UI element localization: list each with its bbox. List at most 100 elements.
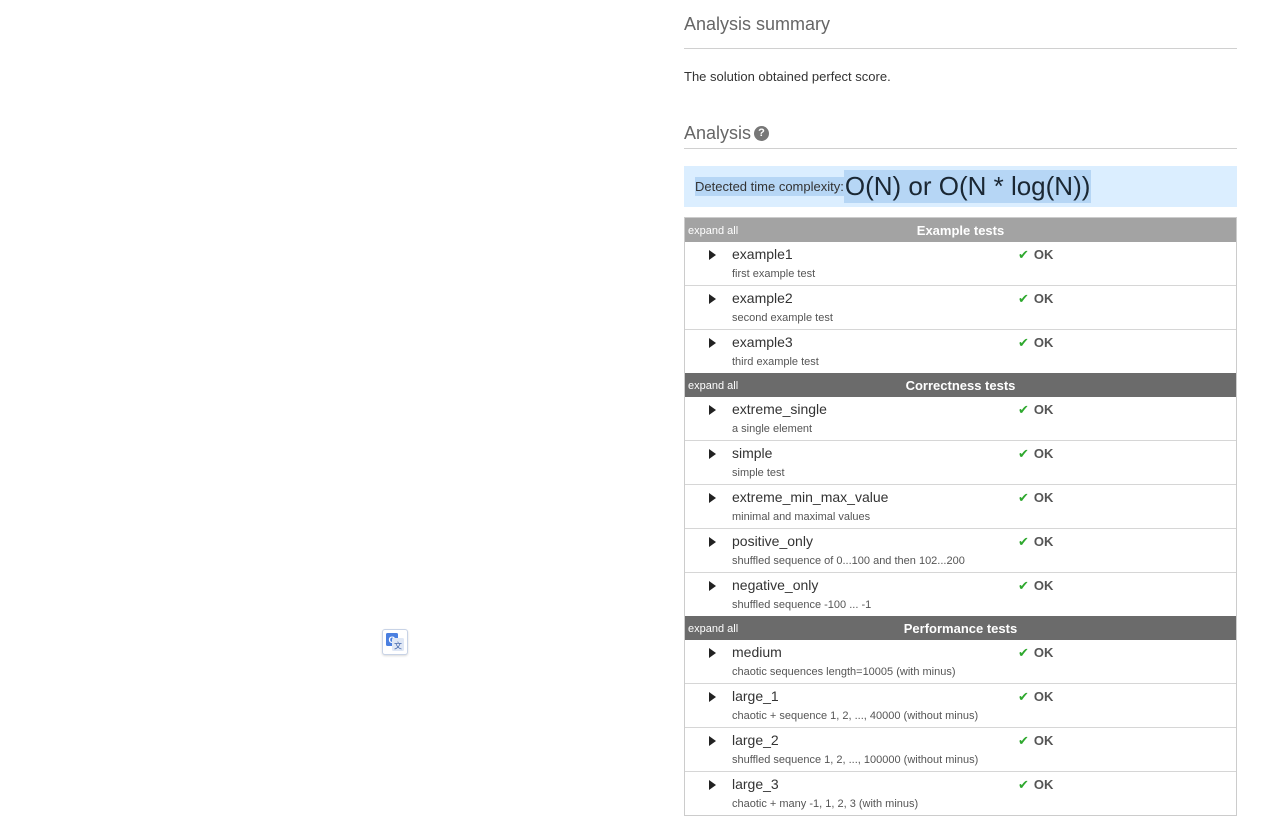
checkmark-icon: ✔ [1018, 335, 1029, 350]
checkmark-icon: ✔ [1018, 534, 1029, 549]
expand-triangle-icon[interactable] [709, 250, 716, 260]
time-complexity-box: Detected time complexity: O(N) or O(N * … [684, 166, 1237, 207]
test-row: large_2 shuffled sequence 1, 2, ..., 100… [685, 727, 1236, 771]
checkmark-icon: ✔ [1018, 402, 1029, 417]
result-label: OK [1033, 733, 1054, 748]
result-label: OK [1033, 247, 1054, 262]
test-description: third example test [732, 356, 819, 368]
test-result: ✔ OK [1018, 291, 1053, 307]
page: G 文 Analysis summary The solution obtain… [0, 0, 1265, 840]
test-description: chaotic + many -1, 1, 2, 3 (with minus) [732, 798, 919, 810]
expand-all-link[interactable]: expand all [688, 623, 738, 635]
test-description: first example test [732, 268, 816, 280]
test-row: extreme_single a single element ✔ OK [685, 397, 1236, 440]
test-name[interactable]: large_1 [732, 688, 779, 704]
analysis-summary-title: Analysis summary [684, 13, 831, 34]
checkmark-icon: ✔ [1018, 777, 1029, 792]
result-label: OK [1033, 689, 1054, 704]
expand-triangle-icon[interactable] [709, 692, 716, 702]
test-row: large_3 chaotic + many -1, 1, 2, 3 (with… [685, 771, 1236, 815]
analysis-summary-text: The solution obtained perfect score. [684, 68, 891, 84]
test-name[interactable]: example1 [732, 246, 793, 262]
test-name[interactable]: example3 [732, 334, 793, 350]
expand-all-link[interactable]: expand all [688, 225, 738, 237]
google-translate-button[interactable]: G 文 [382, 629, 408, 655]
test-name[interactable]: simple [732, 445, 772, 461]
test-description: shuffled sequence -100 ... -1 [732, 599, 872, 611]
group-header-correctness-tests: expand all Correctness tests [685, 373, 1236, 397]
expand-triangle-icon[interactable] [709, 338, 716, 348]
test-name[interactable]: large_3 [732, 776, 779, 792]
test-result: ✔ OK [1018, 578, 1053, 594]
expand-triangle-icon[interactable] [709, 449, 716, 459]
test-description: shuffled sequence 1, 2, ..., 100000 (wit… [732, 754, 979, 766]
tests-table: expand all Example tests example1 first … [684, 217, 1237, 816]
expand-all-link[interactable]: expand all [688, 380, 738, 392]
checkmark-icon: ✔ [1018, 247, 1029, 262]
time-complexity-label: Detected time complexity: [695, 177, 844, 196]
test-name[interactable]: positive_only [732, 533, 813, 549]
test-row: example3 third example test ✔ OK [685, 329, 1236, 373]
test-row: medium chaotic sequences length=10005 (w… [685, 640, 1236, 683]
test-row: positive_only shuffled sequence of 0...1… [685, 528, 1236, 572]
analysis-summary-heading: Analysis summary [684, 0, 1237, 49]
group-title: Example tests [916, 222, 1005, 238]
result-label: OK [1033, 534, 1054, 549]
group-title: Correctness tests [905, 377, 1016, 393]
expand-triangle-icon[interactable] [709, 294, 716, 304]
test-row: example2 second example test ✔ OK [685, 285, 1236, 329]
test-description: a single element [732, 423, 813, 435]
test-description: second example test [732, 312, 833, 324]
test-result: ✔ OK [1018, 446, 1053, 462]
test-result: ✔ OK [1018, 645, 1053, 661]
expand-triangle-icon[interactable] [709, 581, 716, 591]
test-row: example1 first example test ✔ OK [685, 242, 1236, 285]
time-complexity-value: O(N) or O(N * log(N)) [843, 170, 1092, 203]
expand-triangle-icon[interactable] [709, 780, 716, 790]
checkmark-icon: ✔ [1018, 490, 1029, 505]
result-label: OK [1033, 335, 1054, 350]
google-translate-icon: G 文 [386, 633, 404, 651]
expand-triangle-icon[interactable] [709, 493, 716, 503]
result-label: OK [1033, 291, 1054, 306]
test-name[interactable]: medium [732, 644, 782, 660]
expand-triangle-icon[interactable] [709, 537, 716, 547]
test-description: chaotic sequences length=10005 (with min… [732, 666, 956, 678]
test-name[interactable]: negative_only [732, 577, 818, 593]
checkmark-icon: ✔ [1018, 733, 1029, 748]
checkmark-icon: ✔ [1018, 689, 1029, 704]
results-panel: Analysis summary The solution obtained p… [684, 0, 1237, 816]
test-description: chaotic + sequence 1, 2, ..., 40000 (wit… [732, 710, 979, 722]
question-mark-icon[interactable]: ? [754, 125, 770, 141]
expand-triangle-icon[interactable] [709, 405, 716, 415]
test-result: ✔ OK [1018, 402, 1053, 418]
analysis-title: Analysis [684, 122, 752, 143]
test-name[interactable]: large_2 [732, 732, 779, 748]
test-result: ✔ OK [1018, 490, 1053, 506]
result-label: OK [1033, 446, 1054, 461]
test-result: ✔ OK [1018, 534, 1053, 550]
test-name[interactable]: extreme_single [732, 401, 827, 417]
test-description: shuffled sequence of 0...100 and then 10… [732, 555, 965, 567]
result-label: OK [1033, 490, 1054, 505]
expand-triangle-icon[interactable] [709, 648, 716, 658]
checkmark-icon: ✔ [1018, 578, 1029, 593]
svg-text:文: 文 [394, 641, 402, 651]
result-label: OK [1033, 777, 1054, 792]
result-label: OK [1033, 402, 1054, 417]
test-result: ✔ OK [1018, 689, 1053, 705]
checkmark-icon: ✔ [1018, 291, 1029, 306]
test-result: ✔ OK [1018, 733, 1053, 749]
checkmark-icon: ✔ [1018, 645, 1029, 660]
group-header-performance-tests: expand all Performance tests [685, 616, 1236, 640]
test-description: simple test [732, 467, 785, 479]
test-description: minimal and maximal values [732, 511, 871, 523]
test-row: simple simple test ✔ OK [685, 440, 1236, 484]
group-title: Performance tests [903, 620, 1018, 636]
test-row: negative_only shuffled sequence -100 ...… [685, 572, 1236, 616]
result-label: OK [1033, 645, 1054, 660]
expand-triangle-icon[interactable] [709, 736, 716, 746]
analysis-heading: Analysis ? [684, 103, 1237, 149]
test-name[interactable]: example2 [732, 290, 793, 306]
test-name[interactable]: extreme_min_max_value [732, 489, 888, 505]
